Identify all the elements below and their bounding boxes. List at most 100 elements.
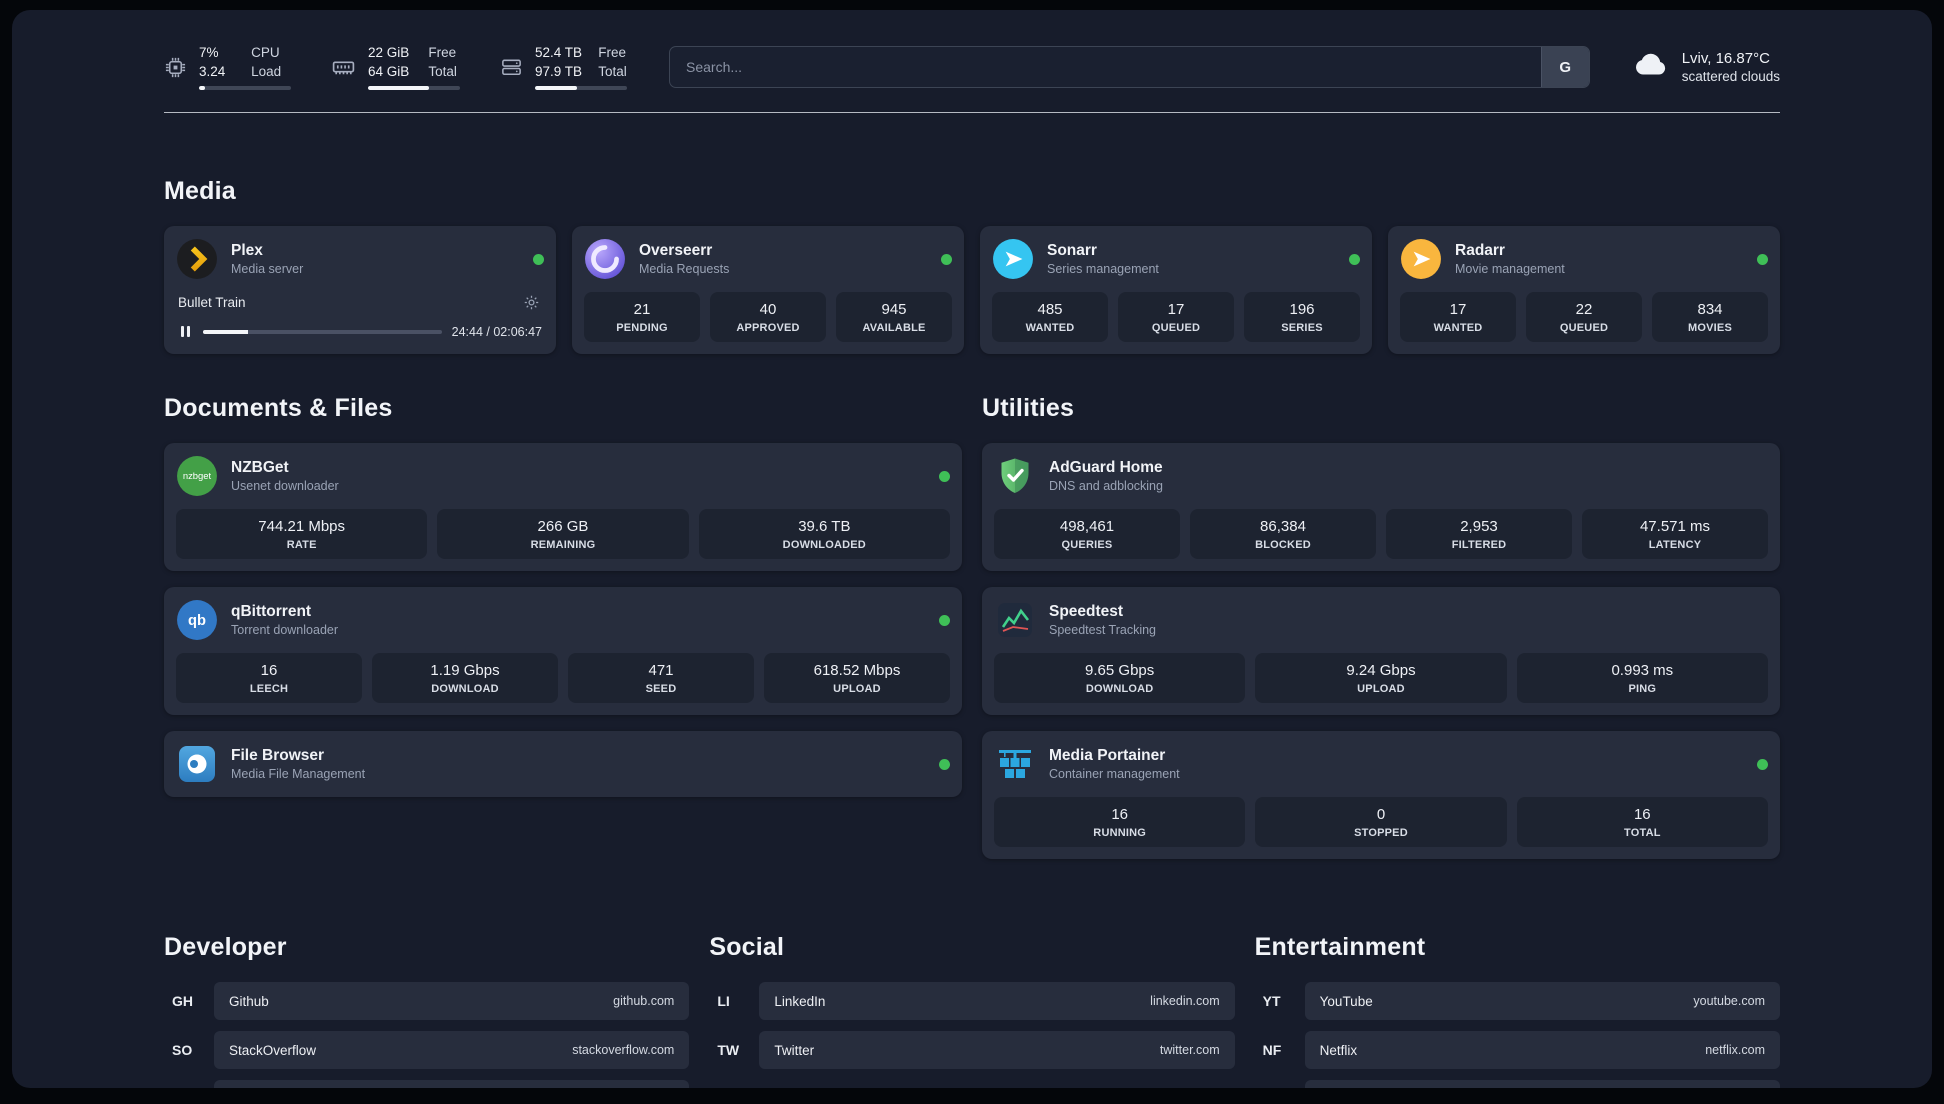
app-subtitle: Container management	[1049, 767, 1180, 782]
stat-value: 86,384	[1260, 518, 1306, 536]
gear-icon[interactable]	[521, 292, 542, 313]
adguard-icon	[994, 455, 1036, 497]
nzbget-icon: nzbget	[176, 455, 218, 497]
status-indicator	[941, 253, 952, 265]
cpu-progress-bar	[199, 86, 291, 91]
cpu-label-2: Load	[251, 63, 282, 79]
card-speedtest[interactable]: Speedtest Speedtest Tracking 9.65 Gbps D…	[982, 587, 1780, 716]
card-adguard[interactable]: AdGuard Home DNS and adblocking 498,461 …	[982, 443, 1780, 572]
ram-stat: 22 GiB Free 64 GiB Total	[331, 44, 460, 91]
stat-label: QUERIES	[1061, 539, 1113, 552]
app-name: Radarr	[1455, 242, 1505, 260]
cpu-label-1: CPU	[251, 45, 280, 60]
stat-tile: 22 QUEUED	[1526, 292, 1642, 343]
card-nzbget[interactable]: nzbget NZBGet Usenet downloader 744.21 M…	[164, 443, 962, 572]
disk-free-value: 52.4 TB	[535, 45, 583, 60]
card-filebrowser[interactable]: File Browser Media File Management	[164, 731, 962, 798]
bookmark-item-stackoverflow[interactable]: SO StackOverflow stackoverflow.com	[164, 1031, 690, 1070]
stat-tile: 0.993 ms PING	[1516, 653, 1768, 704]
bookmark-item-github[interactable]: GH Github github.com	[164, 982, 690, 1021]
app-subtitle: Series management	[1047, 262, 1159, 277]
stat-value: 9.24 Gbps	[1346, 662, 1416, 680]
card-plex[interactable]: Plex Media server Bullet Train 24:44 / 0…	[164, 226, 556, 355]
stat-value: 9.65 Gbps	[1085, 662, 1155, 680]
stat-tile: 39.6 TB DOWNLOADED	[698, 509, 950, 560]
status-indicator	[939, 614, 950, 626]
disk-total-value: 97.9 TB	[535, 63, 583, 79]
card-overseerr[interactable]: Overseerr Media Requests 21 PENDING 40 A…	[572, 226, 964, 355]
app-subtitle: Torrent downloader	[231, 623, 339, 638]
bookmark-item-linkedin[interactable]: LI LinkedIn linkedin.com	[709, 982, 1235, 1021]
playback-progress-bar[interactable]	[203, 329, 442, 334]
stat-label: RATE	[286, 539, 317, 552]
radarr-icon	[1400, 238, 1442, 280]
stat-value: 0	[1376, 806, 1386, 824]
ram-progress-bar	[368, 86, 460, 91]
bookmark-url: github.com	[613, 994, 675, 1009]
weather-description: scattered clouds	[1681, 69, 1780, 85]
dashboard-window: 7% CPU 3.24 Load 22 GiB Free 64 GiB Tota…	[12, 10, 1932, 1088]
ram-total-value: 64 GiB	[368, 63, 410, 79]
stat-tile: 86,384 BLOCKED	[1190, 509, 1376, 560]
stat-value: 834	[1697, 301, 1723, 319]
stat-label: WANTED	[1433, 322, 1483, 335]
app-subtitle: Speedtest Tracking	[1049, 623, 1157, 638]
stat-tile: 47.571 ms LATENCY	[1582, 509, 1768, 560]
stat-tile: 266 GB REMAINING	[437, 509, 689, 560]
stat-label: UPLOAD	[1357, 683, 1405, 696]
stat-tile: 9.24 Gbps UPLOAD	[1255, 653, 1507, 704]
stat-value: 17	[1449, 301, 1467, 319]
bookmark-item-reddit[interactable]: RE Reddit reddit.com	[1255, 1080, 1780, 1088]
header: 7% CPU 3.24 Load 22 GiB Free 64 GiB Tota…	[164, 10, 1780, 91]
bookmark-item-youtube[interactable]: YT YouTube youtube.com	[1255, 982, 1780, 1021]
search-input[interactable]	[669, 46, 1590, 89]
bookmarks-developer: Developer GH Github github.com SO StackO…	[164, 933, 690, 1088]
bookmark-code: LI	[717, 993, 730, 1010]
weather-location: Lviv, 16.87°C	[1681, 50, 1770, 68]
stat-value: 47.571 ms	[1639, 518, 1711, 536]
section-title-developer: Developer	[164, 933, 287, 962]
app-subtitle: Media Requests	[639, 262, 730, 277]
status-indicator	[939, 758, 950, 770]
stat-value: 266 GB	[537, 518, 589, 536]
speedtest-icon	[994, 599, 1036, 641]
bookmark-code: GH	[172, 993, 193, 1010]
stat-label: PENDING	[616, 322, 668, 335]
bookmark-item-netflix[interactable]: NF Netflix netflix.com	[1255, 1031, 1780, 1070]
stat-value: 39.6 TB	[798, 518, 851, 536]
bookmark-code: YT	[1262, 993, 1281, 1010]
pause-button[interactable]	[178, 323, 193, 340]
weather-widget: Lviv, 16.87°C scattered clouds	[1632, 46, 1780, 89]
ram-free-value: 22 GiB	[368, 45, 410, 60]
stat-value: 17	[1167, 301, 1185, 319]
card-portainer[interactable]: Media Portainer Container management 16 …	[982, 731, 1780, 860]
bookmarks-entertainment: Entertainment YT YouTube youtube.com NF …	[1255, 933, 1780, 1088]
app-subtitle: DNS and adblocking	[1049, 479, 1163, 494]
stat-label: RUNNING	[1093, 827, 1147, 840]
stat-value: 485	[1037, 301, 1063, 319]
card-sonarr[interactable]: Sonarr Series management 485 WANTED 17 Q…	[980, 226, 1372, 355]
overseerr-icon	[584, 238, 626, 280]
plex-icon	[176, 238, 218, 280]
cpu-stat: 7% CPU 3.24 Load	[164, 44, 291, 91]
card-radarr[interactable]: Radarr Movie management 17 WANTED 22 QUE…	[1388, 226, 1780, 355]
app-name: qBittorrent	[231, 603, 312, 621]
stat-tile: 16 LEECH	[176, 653, 362, 704]
bookmark-name: LinkedIn	[774, 993, 826, 1009]
cpu-icon	[164, 56, 187, 79]
media-cards-row: Plex Media server Bullet Train 24:44 / 0…	[164, 226, 1780, 355]
app-subtitle: Movie management	[1455, 262, 1565, 277]
documents-column: Documents & Files nzbget NZBGet Usenet d…	[164, 354, 962, 798]
bookmark-item-twitter[interactable]: TW Twitter twitter.com	[709, 1031, 1235, 1070]
bookmark-item-dev[interactable]: DT DEV dev.to	[164, 1080, 690, 1088]
app-name: Media Portainer	[1049, 747, 1166, 765]
search-engine-button[interactable]: G	[1540, 47, 1589, 88]
app-subtitle: Media File Management	[231, 767, 366, 782]
stat-value: 21	[633, 301, 651, 319]
stat-tile: 744.21 Mbps RATE	[176, 509, 428, 560]
bookmark-url: twitter.com	[1159, 1043, 1220, 1058]
card-qbittorrent[interactable]: qb qBittorrent Torrent downloader 16 LEE…	[164, 587, 962, 716]
app-name: Speedtest	[1049, 603, 1124, 621]
search-bar: G	[669, 46, 1590, 89]
stat-tile: 0 STOPPED	[1255, 797, 1507, 848]
